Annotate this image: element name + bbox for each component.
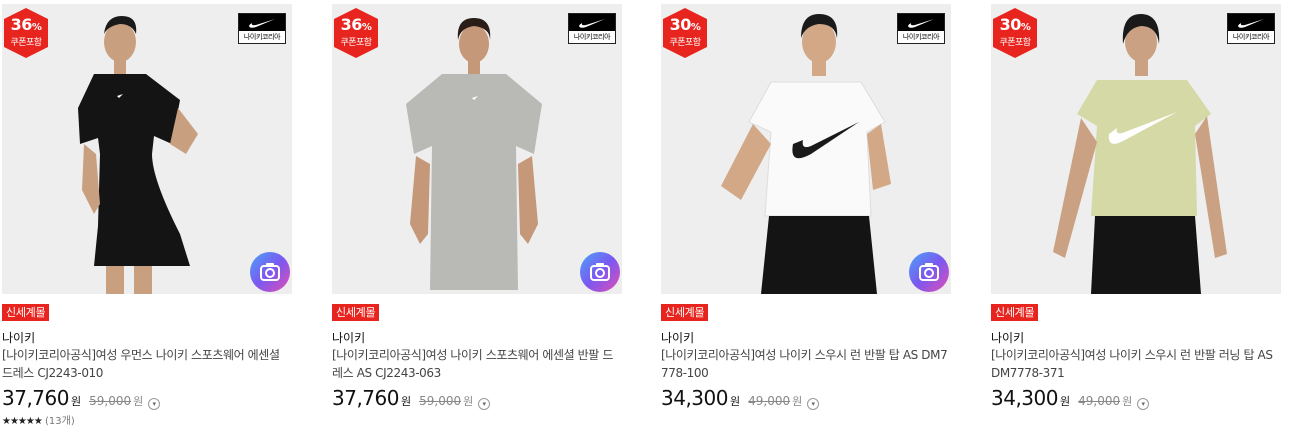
coupon-label: 쿠폰포함 xyxy=(10,38,42,48)
price-unit: 원 xyxy=(400,395,412,408)
sale-price: 37,760 xyxy=(2,386,69,410)
product-image[interactable]: 36% 쿠폰포함 나이키코리아 xyxy=(332,4,622,294)
price-unit: 원 xyxy=(1059,395,1071,408)
product-title[interactable]: [나이키코리아공식]여성 우먼스 나이키 스포츠웨어 에센셜 드레스 CJ224… xyxy=(2,346,292,382)
original-price-unit: 원 xyxy=(463,395,474,408)
product-title[interactable]: [나이키코리아공식]여성 나이키 스우시 런 반팔 탑 AS DM7778-10… xyxy=(661,346,951,382)
discount-value: 30 xyxy=(999,15,1022,34)
price-info-icon[interactable]: ▾ xyxy=(1137,398,1150,410)
discount-value: 36 xyxy=(10,15,33,34)
review-count[interactable]: (13개) xyxy=(45,416,75,427)
brand-logo: 나이키코리아 xyxy=(568,13,616,44)
price-unit: 원 xyxy=(729,395,741,408)
camera-icon xyxy=(919,263,939,281)
brand-logo-text: 나이키코리아 xyxy=(1232,33,1270,41)
discount-unit: % xyxy=(361,22,372,33)
camera-icon xyxy=(260,263,280,281)
original-price-unit: 원 xyxy=(792,395,803,408)
original-price-unit: 원 xyxy=(133,395,144,408)
brand-name[interactable]: 나이키 xyxy=(332,330,622,346)
product-card[interactable]: 36% 쿠폰포함 나이키코리아 신세계몰 나이키 [나이키코리아공식]여성 우먼… xyxy=(2,4,292,427)
product-card[interactable]: 36% 쿠폰포함 나이키코리아 신세계몰 나이키 [나이키코리아공식]여성 나이… xyxy=(332,4,622,410)
discount-unit: % xyxy=(690,22,701,33)
star-rating-icon: ★★★★★ xyxy=(2,416,43,427)
mall-tag[interactable]: 신세계몰 xyxy=(2,304,50,321)
swoosh-icon xyxy=(1238,18,1264,28)
original-price: 49,000 xyxy=(1078,394,1121,408)
product-title[interactable]: [나이키코리아공식]여성 나이키 스우시 런 반팔 러닝 탑 AS DM7778… xyxy=(991,346,1281,382)
product-image[interactable]: 30% 쿠폰포함 나이키코리아 xyxy=(661,4,951,294)
swoosh-icon xyxy=(249,18,275,28)
sale-price: 34,300 xyxy=(661,386,728,410)
brand-logo-text: 나이키코리아 xyxy=(573,33,611,41)
original-price: 49,000 xyxy=(748,394,791,408)
photo-review-button[interactable] xyxy=(580,252,620,292)
price-row: 34,300 원 49,000 원 ▾ xyxy=(991,386,1281,410)
discount-unit: % xyxy=(31,22,42,33)
brand-logo-text: 나이키코리아 xyxy=(243,33,281,41)
sale-price: 37,760 xyxy=(332,386,399,410)
product-grid: 36% 쿠폰포함 나이키코리아 신세계몰 나이키 [나이키코리아공식]여성 우먼… xyxy=(0,0,1294,445)
brand-logo: 나이키코리아 xyxy=(1227,13,1275,44)
original-price: 59,000 xyxy=(419,394,462,408)
price-info-icon[interactable]: ▾ xyxy=(148,398,161,410)
brand-logo-text: 나이키코리아 xyxy=(902,33,940,41)
rating-row: ★★★★★ (13개) xyxy=(2,412,292,427)
photo-review-button[interactable] xyxy=(909,252,949,292)
discount-value: 30 xyxy=(669,15,692,34)
coupon-label: 쿠폰포함 xyxy=(999,38,1031,48)
price-unit: 원 xyxy=(70,395,82,408)
mall-tag[interactable]: 신세계몰 xyxy=(661,304,709,321)
price-row: 37,760 원 59,000 원 ▾ xyxy=(332,386,622,410)
swoosh-icon xyxy=(579,18,605,28)
brand-name[interactable]: 나이키 xyxy=(991,330,1281,346)
brand-name[interactable]: 나이키 xyxy=(661,330,951,346)
price-row: 37,760 원 59,000 원 ▾ xyxy=(2,386,292,410)
brand-logo: 나이키코리아 xyxy=(238,13,286,44)
sale-price: 34,300 xyxy=(991,386,1058,410)
original-price-unit: 원 xyxy=(1122,395,1133,408)
camera-icon xyxy=(590,263,610,281)
product-card[interactable]: 30% 쿠폰포함 나이키코리아 신세계몰 나이키 [나이키코리아공식]여성 나이… xyxy=(991,4,1281,410)
product-image[interactable]: 30% 쿠폰포함 나이키코리아 xyxy=(991,4,1281,294)
swoosh-icon xyxy=(908,18,934,28)
product-title[interactable]: [나이키코리아공식]여성 나이키 스포츠웨어 에센셜 반팔 드레스 AS CJ2… xyxy=(332,346,622,382)
product-image[interactable]: 36% 쿠폰포함 나이키코리아 xyxy=(2,4,292,294)
price-row: 34,300 원 49,000 원 ▾ xyxy=(661,386,951,410)
mall-tag[interactable]: 신세계몰 xyxy=(991,304,1039,321)
price-info-icon[interactable]: ▾ xyxy=(807,398,820,410)
discount-value: 36 xyxy=(340,15,363,34)
original-price: 59,000 xyxy=(89,394,132,408)
photo-review-button[interactable] xyxy=(250,252,290,292)
coupon-label: 쿠폰포함 xyxy=(340,38,372,48)
coupon-label: 쿠폰포함 xyxy=(669,38,701,48)
brand-logo: 나이키코리아 xyxy=(897,13,945,44)
price-info-icon[interactable]: ▾ xyxy=(478,398,491,410)
brand-name[interactable]: 나이키 xyxy=(2,330,292,346)
mall-tag[interactable]: 신세계몰 xyxy=(332,304,380,321)
discount-unit: % xyxy=(1020,22,1031,33)
product-card[interactable]: 30% 쿠폰포함 나이키코리아 신세계몰 나이키 [나이키코리아공식]여성 나이… xyxy=(661,4,951,410)
